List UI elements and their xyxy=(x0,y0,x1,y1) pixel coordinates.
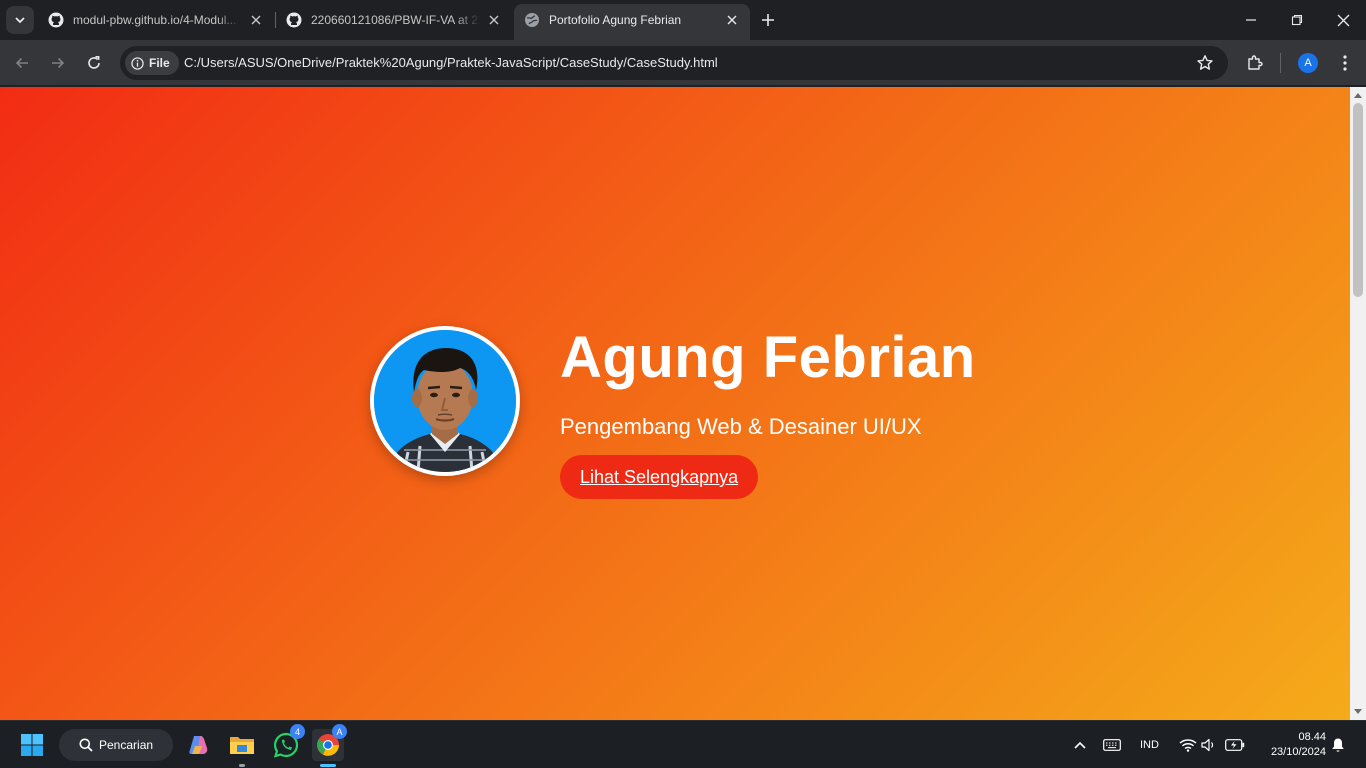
forward-button[interactable] xyxy=(44,49,72,77)
scroll-down-arrow-icon[interactable] xyxy=(1350,704,1366,720)
notification-badge: 4 xyxy=(290,724,305,739)
keyboard-icon xyxy=(1103,739,1121,751)
folder-icon xyxy=(230,737,254,754)
hero-section: Agung Febrian Pengembang Web & Desainer … xyxy=(370,326,1010,506)
reload-icon xyxy=(88,56,100,69)
github-icon xyxy=(286,12,302,28)
toolbar-divider xyxy=(1280,53,1281,73)
close-window-button[interactable] xyxy=(1320,0,1366,40)
tab-title: 220660121086/PBW-IF-VA at 22 xyxy=(311,13,480,27)
speaker-icon xyxy=(1201,738,1214,752)
minimize-icon xyxy=(1246,19,1256,21)
file-explorer-app[interactable] xyxy=(226,729,258,767)
address-bar[interactable]: File C:/Users/ASUS/OneDrive/Praktek%20Ag… xyxy=(120,46,1228,80)
profile-avatar[interactable]: A xyxy=(1298,53,1318,73)
touch-keyboard-button[interactable] xyxy=(1098,729,1126,761)
hero-text-block: Agung Febrian Pengembang Web & Desainer … xyxy=(560,326,976,499)
scrollbar-thumb[interactable] xyxy=(1353,103,1363,297)
show-hidden-icons-button[interactable] xyxy=(1066,729,1094,761)
see-more-button[interactable]: Lihat Selengkapnya xyxy=(560,455,759,499)
arrow-left-icon xyxy=(15,57,28,69)
search-label: Pencarian xyxy=(99,738,154,752)
more-menu-icon[interactable] xyxy=(1334,52,1356,74)
back-button[interactable] xyxy=(8,49,36,77)
search-icon xyxy=(79,738,93,752)
windows-logo-icon xyxy=(21,734,43,756)
tab-modul-pbw[interactable]: modul-pbw.github.io/4-Modul... xyxy=(38,4,274,36)
close-tab-icon[interactable] xyxy=(724,12,740,28)
new-tab-button[interactable] xyxy=(756,8,780,32)
bookmark-star-icon[interactable] xyxy=(1196,54,1214,77)
plus-icon xyxy=(762,14,774,26)
extensions-icon[interactable] xyxy=(1244,52,1266,74)
profile-photo xyxy=(370,326,520,476)
tab-title: Portofolio Agung Febrian xyxy=(549,13,682,27)
person-portrait-icon xyxy=(374,330,516,472)
active-indicator xyxy=(320,764,336,767)
whatsapp-app[interactable]: 4 xyxy=(270,724,305,761)
info-icon xyxy=(131,56,144,70)
reload-button[interactable] xyxy=(80,49,108,77)
minimize-button[interactable] xyxy=(1228,0,1274,40)
chrome-app[interactable]: A xyxy=(312,724,347,767)
site-info-label: File xyxy=(149,56,170,70)
hero-role: Pengembang Web & Desainer UI/UX xyxy=(560,414,922,439)
bell-icon xyxy=(1332,738,1344,752)
system-clock[interactable]: 08.44 23/10/2024 xyxy=(1256,730,1326,760)
close-tab-icon[interactable] xyxy=(248,12,264,28)
windows-taskbar: Pencarian 4 A IND 08.44 23/10/2024 xyxy=(0,720,1366,768)
vertical-scrollbar[interactable] xyxy=(1350,87,1366,720)
clock-date: 23/10/2024 xyxy=(1270,746,1326,758)
hero-name: Agung Febrian xyxy=(560,325,976,390)
battery-status[interactable] xyxy=(1222,729,1248,761)
profile-badge: A xyxy=(332,724,347,739)
globe-icon xyxy=(525,13,539,27)
page-viewport: Agung Febrian Pengembang Web & Desainer … xyxy=(0,87,1350,720)
clock-time: 08.44 xyxy=(1298,731,1326,743)
close-tab-icon[interactable] xyxy=(486,12,502,28)
restore-button[interactable] xyxy=(1274,0,1320,40)
restore-icon xyxy=(1291,14,1303,26)
site-info-chip[interactable]: File xyxy=(125,51,179,75)
copilot-icon xyxy=(189,736,208,754)
start-button[interactable] xyxy=(16,729,48,761)
url-text[interactable]: C:/Users/ASUS/OneDrive/Praktek%20Agung/P… xyxy=(184,55,718,70)
notifications-button[interactable] xyxy=(1328,729,1348,761)
running-indicator xyxy=(239,764,245,767)
tab-title: modul-pbw.github.io/4-Modul... xyxy=(73,13,237,27)
taskbar-search[interactable]: Pencarian xyxy=(59,729,173,761)
close-icon xyxy=(1337,14,1349,26)
wifi-icon xyxy=(1179,739,1197,752)
volume-control[interactable] xyxy=(1198,729,1220,761)
input-language[interactable]: IND xyxy=(1140,739,1159,751)
tab-portofolio[interactable]: Portofolio Agung Febrian xyxy=(514,4,750,40)
arrow-right-icon xyxy=(52,57,65,69)
network-status[interactable] xyxy=(1176,729,1200,761)
scroll-up-arrow-icon[interactable] xyxy=(1350,87,1366,103)
github-icon xyxy=(48,12,64,28)
tab-pbw-repo[interactable]: 220660121086/PBW-IF-VA at 22 xyxy=(276,4,512,36)
copilot-app[interactable] xyxy=(182,729,214,761)
browser-toolbar: File C:/Users/ASUS/OneDrive/Praktek%20Ag… xyxy=(0,40,1366,86)
chevron-down-icon xyxy=(15,17,25,24)
battery-charging-icon xyxy=(1225,739,1245,751)
tab-strip: modul-pbw.github.io/4-Modul... 220660121… xyxy=(0,0,1366,40)
chevron-up-icon xyxy=(1074,741,1086,749)
tab-search-button[interactable] xyxy=(6,6,34,34)
